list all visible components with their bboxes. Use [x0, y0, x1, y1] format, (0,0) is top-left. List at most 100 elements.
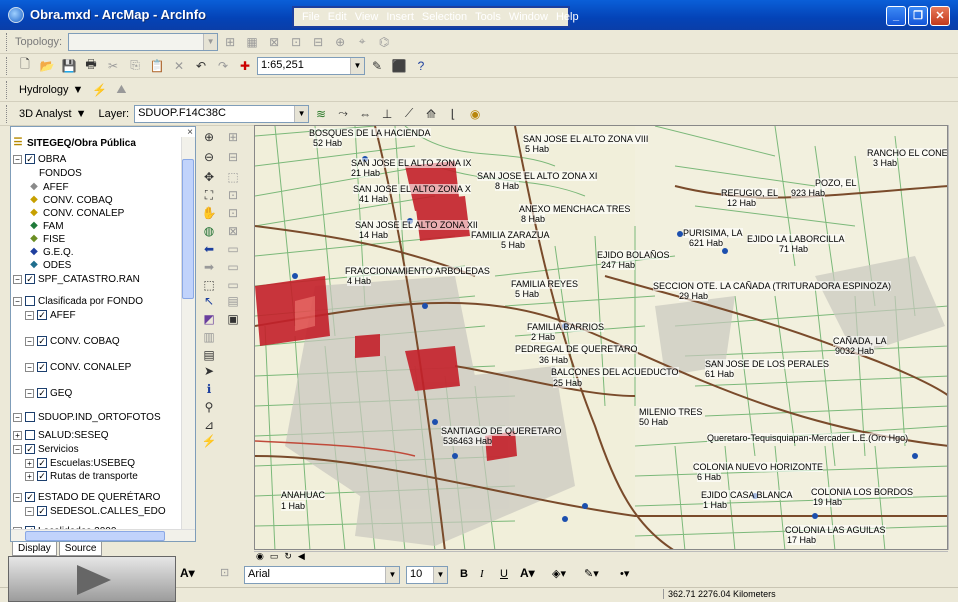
toolbar-grip[interactable]: [6, 32, 9, 51]
toc-layer-row[interactable]: − ✓ OBRA: [13, 153, 66, 166]
full-extent-globe-icon[interactable]: ◍: [200, 222, 218, 240]
restore-button[interactable]: ❐: [908, 6, 928, 26]
collapse-icon[interactable]: −: [25, 362, 34, 372]
toc-root[interactable]: ☰ SITEGEQ/Obra Pública: [13, 137, 136, 150]
undo-icon[interactable]: ↶: [191, 56, 211, 76]
map-vertical-scrollbar[interactable]: [948, 125, 958, 550]
scroll-left-icon[interactable]: ◀: [298, 551, 305, 562]
checkbox-checked-icon[interactable]: ✓: [37, 336, 47, 347]
toc-scroll-thumb[interactable]: [182, 159, 194, 299]
collapse-icon[interactable]: −: [25, 336, 34, 346]
toc-layer-row[interactable]: + ✓ Escuelas:USEBEQ: [25, 457, 135, 470]
toc-layer-row[interactable]: − SDUOP.IND_ORTOFOTOS: [13, 411, 161, 424]
collapse-icon[interactable]: −: [13, 296, 22, 306]
extent-icon[interactable]: ⊠: [224, 222, 242, 240]
callout-icon[interactable]: ⊡: [220, 566, 229, 579]
hydrology-menu[interactable]: Hydrology ▼: [15, 84, 87, 96]
map-horizontal-scrollbar[interactable]: [254, 551, 948, 563]
graphics-icon[interactable]: ◩: [200, 310, 218, 328]
tab-display[interactable]: Display: [12, 542, 57, 556]
toc-layer-row[interactable]: − ✓ SEDESOL.CALLES_EDO: [25, 505, 166, 518]
italic-button[interactable]: I: [480, 568, 484, 580]
minimize-button[interactable]: _: [886, 6, 906, 26]
find-binoculars-icon[interactable]: ⚲: [200, 398, 218, 416]
tab-source[interactable]: Source: [58, 542, 103, 556]
checkbox-checked-icon[interactable]: ✓: [37, 310, 47, 321]
fixed-zoom-icon[interactable]: ⛶: [200, 186, 218, 204]
fixed-zoom-in-icon[interactable]: ⊞: [224, 128, 242, 146]
toc-layer-row[interactable]: − ✓ CONV. CONALEP: [25, 361, 131, 374]
open-folder-icon[interactable]: 📂: [37, 56, 57, 76]
watershed-icon[interactable]: ⛰: [111, 80, 131, 100]
pan-arrows-icon[interactable]: ✥: [200, 168, 218, 186]
collapse-icon[interactable]: −: [13, 274, 22, 284]
menu-window[interactable]: Window: [509, 11, 548, 23]
checkbox-checked-icon[interactable]: ✓: [37, 362, 47, 373]
cut-icon[interactable]: ✂: [103, 56, 123, 76]
toc-layer-row[interactable]: − Clasificada por FONDO: [13, 295, 143, 308]
map-view[interactable]: BOSQUES DE LA HACIENDA 52 Hab SAN JOSE EL …: [254, 125, 948, 550]
checkbox-checked-icon[interactable]: ✓: [37, 506, 47, 517]
toc-layer-row[interactable]: − ✓ SPF_CATASTRO.RAN: [13, 273, 140, 286]
font-color-icon[interactable]: A▾: [520, 566, 535, 580]
text-tool-icon[interactable]: A▾: [180, 566, 195, 580]
toc-layer-row[interactable]: − ✓ GEQ: [25, 387, 72, 400]
zoom-in-icon[interactable]: ⊕: [200, 128, 218, 146]
checkbox-checked-icon[interactable]: ✓: [25, 492, 35, 503]
page-layout-icon[interactable]: ▣: [224, 310, 242, 328]
redo-icon[interactable]: ↷: [213, 56, 233, 76]
pointer-icon[interactable]: ➤: [200, 362, 218, 380]
add-data-icon[interactable]: ✚: [235, 56, 255, 76]
print-icon[interactable]: 🖶: [81, 56, 101, 76]
collapse-icon[interactable]: −: [13, 412, 22, 422]
zoom-layer-icon[interactable]: ⬚: [224, 168, 242, 186]
checkbox-icon[interactable]: [25, 296, 35, 307]
refresh-icon[interactable]: ↻: [284, 551, 292, 562]
forward-arrow-icon[interactable]: ➡: [200, 258, 218, 276]
interpolate-point-icon[interactable]: ⊥: [377, 104, 397, 124]
toc-layer-row[interactable]: ◆ AFEF: [29, 181, 68, 194]
arctoolbox-icon[interactable]: ⬛: [389, 56, 409, 76]
paste-icon[interactable]: 📋: [147, 56, 167, 76]
toc-layer-row[interactable]: ◆ CONV. CONALEP: [29, 207, 124, 220]
show-shared-icon[interactable]: ⌬: [374, 32, 394, 52]
whats-this-icon[interactable]: ?: [411, 56, 431, 76]
validate-icon[interactable]: ⊠: [264, 32, 284, 52]
topology-edit-icon[interactable]: ⌖: [352, 32, 372, 52]
toc-horizontal-scrollbar[interactable]: [11, 529, 195, 541]
zoom-out-icon[interactable]: ⊖: [200, 148, 218, 166]
new-document-icon[interactable]: 🗋: [15, 56, 35, 76]
contour-icon[interactable]: ≋: [311, 104, 331, 124]
hyperlink-icon[interactable]: ⚡: [200, 432, 218, 450]
underline-button[interactable]: U: [500, 568, 508, 580]
menu-file[interactable]: File: [302, 11, 320, 23]
checkbox-checked-icon[interactable]: ✓: [37, 458, 47, 469]
menu-tools[interactable]: Tools: [475, 11, 501, 23]
checkbox-icon[interactable]: [25, 430, 35, 441]
line-of-sight-icon[interactable]: ⇔: [355, 104, 375, 124]
copy-icon[interactable]: ⎘: [125, 56, 145, 76]
toc-layer-row[interactable]: ◆ FISE: [29, 233, 65, 246]
interpolate-polygon-icon[interactable]: ⟰: [421, 104, 441, 124]
fill-color-icon[interactable]: ◈▾: [552, 567, 566, 580]
profile-graph-icon[interactable]: ⌊: [443, 104, 463, 124]
layer-combo[interactable]: SDUOP.F14C38C ▼: [134, 104, 310, 123]
collapse-icon[interactable]: −: [13, 444, 22, 454]
close-button[interactable]: ✕: [930, 6, 950, 26]
back-arrow-icon[interactable]: ⬅: [200, 240, 218, 258]
error-inspector-icon[interactable]: ⊕: [330, 32, 350, 52]
collapse-icon[interactable]: −: [13, 492, 22, 502]
play-button[interactable]: [8, 556, 176, 602]
page-back-icon[interactable]: ▭: [224, 258, 242, 276]
zoom-selected-icon[interactable]: ⊡: [224, 186, 242, 204]
checkbox-checked-icon[interactable]: ✓: [37, 471, 47, 482]
map-topology-icon[interactable]: ▦: [242, 32, 262, 52]
table-icon[interactable]: ▥: [200, 328, 218, 346]
marker-color-icon[interactable]: •▾: [620, 567, 629, 580]
collapse-icon[interactable]: −: [25, 310, 34, 320]
expand-icon[interactable]: +: [13, 430, 22, 440]
fix-error-icon[interactable]: ⊟: [308, 32, 328, 52]
toc-layer-row[interactable]: + ✓ Rutas de transporte: [25, 470, 138, 483]
font-combo[interactable]: Arial ▼: [244, 566, 400, 584]
toc-layer-row[interactable]: − ✓ ESTADO DE QUERÉTARO: [13, 491, 160, 504]
